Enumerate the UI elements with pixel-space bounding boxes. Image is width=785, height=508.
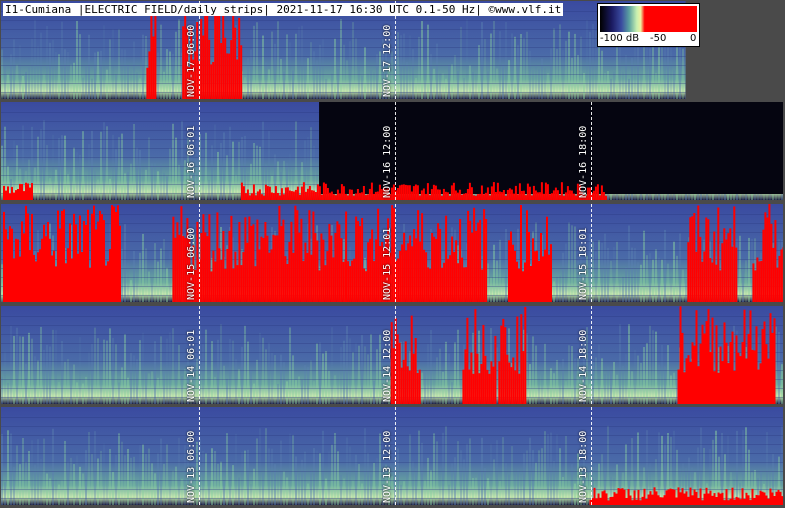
hour-marker-line [591, 407, 592, 505]
legend-high-label: 0 [690, 33, 697, 44]
hour-marker-label: NOV-15 06:00 [186, 227, 197, 300]
hour-marker-line [199, 204, 200, 302]
color-scale-bar [600, 6, 697, 32]
hour-marker-label: NOV-13 18:00 [578, 430, 589, 503]
hour-marker-label: NOV-17 06:00 [186, 24, 197, 97]
hour-marker-label: NOV-14 12:00 [382, 329, 393, 402]
hour-marker-label: NOV-13 06:00 [186, 430, 197, 503]
hour-marker-line [395, 102, 396, 200]
hour-marker-line [199, 407, 200, 505]
hour-marker-line [591, 306, 592, 404]
hour-marker-label: NOV-17 12:00 [382, 24, 393, 97]
hour-marker-line [199, 306, 200, 404]
legend-low-label: -100 dB [600, 33, 640, 44]
hour-marker-line [591, 204, 592, 302]
hour-marker-line [395, 407, 396, 505]
hour-marker-label: NOV-16 12:00 [382, 125, 393, 198]
hour-marker-label: NOV-14 06:01 [186, 329, 197, 402]
legend-mid-label: -50 [650, 33, 667, 44]
hour-marker-label: NOV-16 18:00 [578, 125, 589, 198]
color-scale-legend: -100 dB -50 0 [597, 3, 700, 47]
hour-marker-label: NOV-13 12:00 [382, 430, 393, 503]
hour-marker-line [395, 204, 396, 302]
hour-marker-line [395, 306, 396, 404]
hour-marker-line [591, 102, 592, 200]
chart-title: I1-Cumiana |ELECTRIC FIELD/daily strips|… [3, 3, 564, 16]
hour-marker-label: NOV-14 18:00 [578, 329, 589, 402]
hour-marker-line [199, 102, 200, 200]
hour-marker-label: NOV-15 12:01 [382, 227, 393, 300]
hour-marker-label: NOV-16 06:01 [186, 125, 197, 198]
hour-marker-label: NOV-15 18:01 [578, 227, 589, 300]
